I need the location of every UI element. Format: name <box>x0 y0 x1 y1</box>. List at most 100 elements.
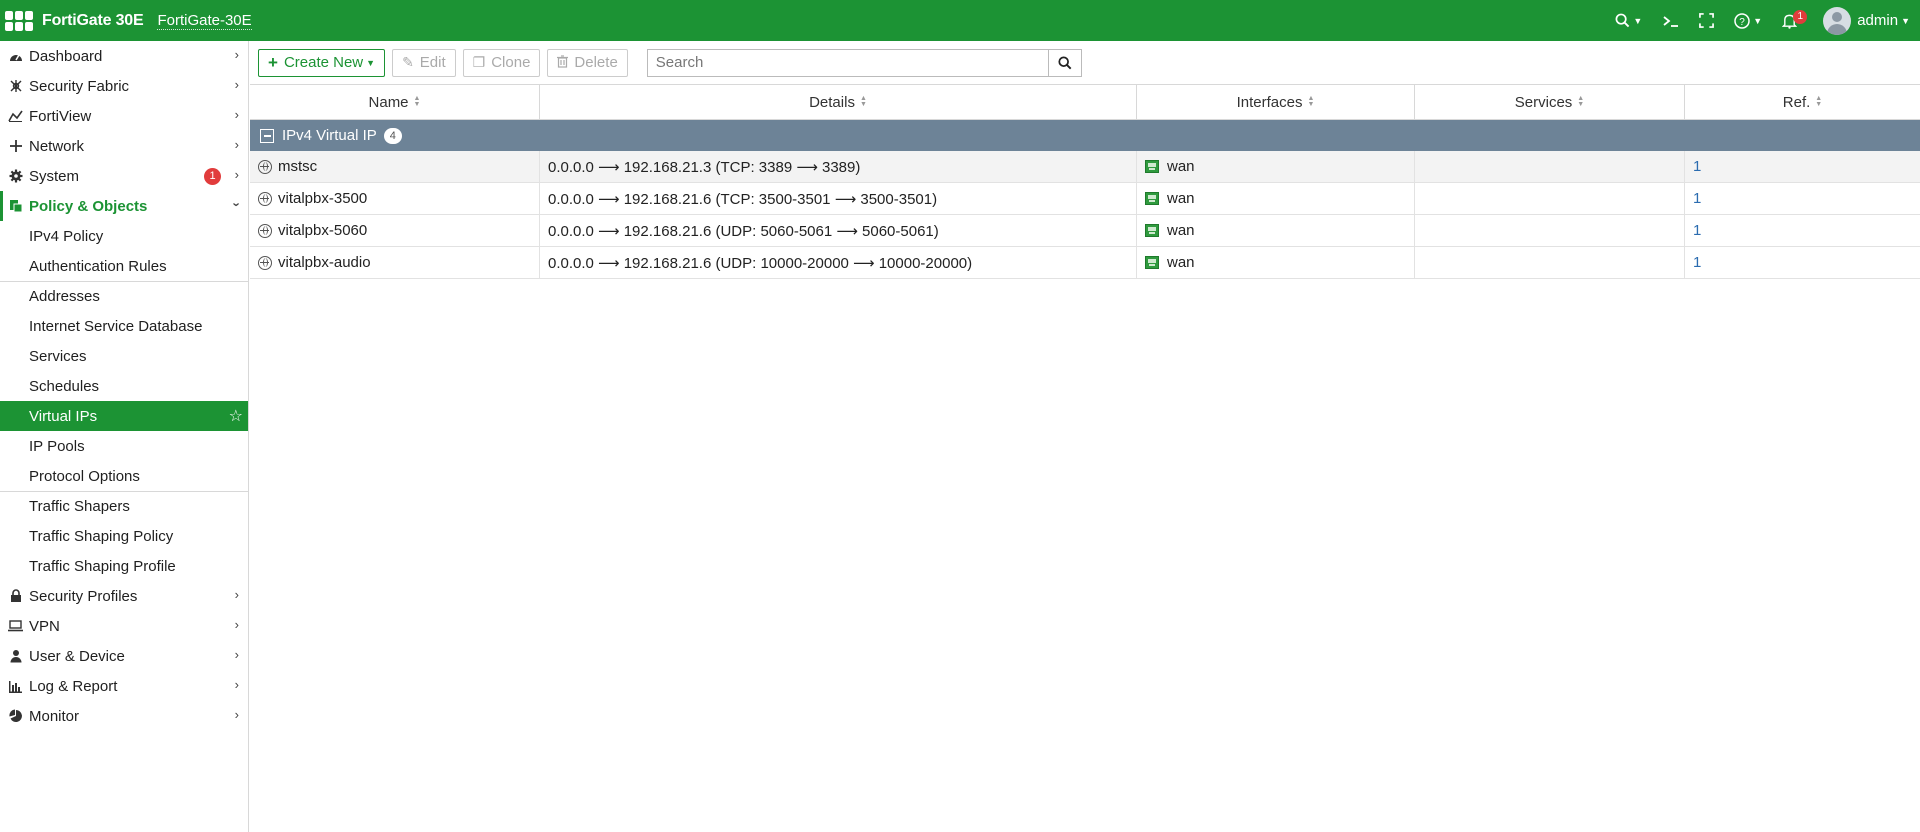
row-details: 0.0.0.0 ⟶ 192.168.21.3 (TCP: 3389 ⟶ 3389… <box>548 158 861 176</box>
row-details: 0.0.0.0 ⟶ 192.168.21.6 (TCP: 3500-3501 ⟶… <box>548 190 938 208</box>
sidebar-item-authentication-rules[interactable]: Authentication Rules <box>0 251 248 281</box>
sidebar-item-ip-pools[interactable]: IP Pools <box>0 431 248 461</box>
cell-services <box>1415 183 1685 214</box>
sidebar-item-addresses[interactable]: Addresses <box>0 281 248 311</box>
search-menu-button[interactable]: ▼ <box>1615 13 1642 28</box>
sidebar-item-traffic-shaping-policy[interactable]: Traffic Shaping Policy <box>0 521 248 551</box>
row-details: 0.0.0.0 ⟶ 192.168.21.6 (UDP: 5060-5061 ⟶… <box>548 222 939 240</box>
search-input[interactable] <box>646 48 1048 77</box>
group-count-badge: 4 <box>383 127 402 144</box>
sidebar-item-user-device[interactable]: User & Device › <box>0 641 248 671</box>
cli-console-button[interactable] <box>1662 14 1679 28</box>
chevron-right-icon: › <box>234 587 239 602</box>
sidebar-item-dashboard[interactable]: Dashboard › <box>0 41 248 71</box>
column-label: Services <box>1514 93 1573 111</box>
sort-icon: ▲ ▼ <box>1815 95 1823 108</box>
product-name[interactable]: FortiGate 30E <box>42 12 144 30</box>
cell-details: 0.0.0.0 ⟶ 192.168.21.6 (TCP: 3500-3501 ⟶… <box>540 183 1137 214</box>
table-row[interactable]: vitalpbx-3500 0.0.0.0 ⟶ 192.168.21.6 (TC… <box>250 183 1920 215</box>
row-details: 0.0.0.0 ⟶ 192.168.21.6 (UDP: 10000-20000… <box>548 254 973 272</box>
help-icon: ? <box>1734 12 1751 29</box>
ref-count-link[interactable]: 1 <box>1693 158 1701 175</box>
table-row[interactable]: vitalpbx-5060 0.0.0.0 ⟶ 192.168.21.6 (UD… <box>250 215 1920 247</box>
security-fabric-icon <box>8 79 23 93</box>
notification-count-badge: 1 <box>1793 9 1808 24</box>
vpn-icon <box>8 619 23 633</box>
sidebar-item-schedules[interactable]: Schedules <box>0 371 248 401</box>
column-label: Ref. <box>1782 93 1811 111</box>
column-label: Details <box>809 93 855 111</box>
wan-port-icon <box>1145 160 1159 173</box>
sidebar-item-traffic-shaping-profile[interactable]: Traffic Shaping Profile <box>0 551 248 581</box>
virtual-ip-icon <box>258 223 272 238</box>
system-alert-badge: 1 <box>204 168 221 185</box>
policy-icon <box>8 199 23 213</box>
toolbar: + Create New ▼ ✎ Edit ❐ Clone Delete <box>250 41 1920 84</box>
column-header-ref[interactable]: Ref. ▲ ▼ <box>1685 85 1920 119</box>
delete-button[interactable]: Delete <box>547 48 628 77</box>
help-menu-button[interactable]: ? ▼ <box>1734 12 1762 29</box>
sidebar-item-label: Security Fabric <box>29 77 130 95</box>
clone-button[interactable]: ❐ Clone <box>462 48 541 77</box>
sidebar-item-services[interactable]: Services <box>0 341 248 371</box>
column-header-details[interactable]: Details ▲ ▼ <box>540 85 1137 119</box>
cell-ref: 1 <box>1685 247 1920 278</box>
fullscreen-button[interactable] <box>1699 13 1715 28</box>
cell-services <box>1415 151 1685 182</box>
collapse-icon[interactable] <box>260 128 274 143</box>
sidebar-item-ipv4-policy[interactable]: IPv4 Policy <box>0 221 248 251</box>
ref-count-link[interactable]: 1 <box>1693 222 1701 239</box>
cell-name: vitalpbx-3500 <box>250 183 540 214</box>
cell-ref: 1 <box>1685 183 1920 214</box>
chevron-right-icon: › <box>234 677 239 692</box>
column-header-name[interactable]: Name ▲ ▼ <box>250 85 540 119</box>
sidebar-item-label: System <box>29 167 80 185</box>
edit-button[interactable]: ✎ Edit <box>392 48 456 77</box>
sidebar-item-internet-service-database[interactable]: Internet Service Database <box>0 311 248 341</box>
search-icon <box>1615 13 1630 28</box>
cell-services <box>1415 247 1685 278</box>
sidebar-item-traffic-shapers[interactable]: Traffic Shapers <box>0 491 248 521</box>
row-interface: wan <box>1167 254 1195 271</box>
sidebar: Dashboard › Security Fabric › FortiView … <box>0 41 249 832</box>
sidebar-item-network[interactable]: Network › <box>0 131 248 161</box>
sidebar-item-policy-objects[interactable]: Policy & Objects › <box>0 191 248 221</box>
search-button[interactable] <box>1047 48 1082 77</box>
fortinet-logo-icon[interactable] <box>5 10 33 31</box>
user-icon <box>8 649 23 663</box>
table-row[interactable]: vitalpbx-audio 0.0.0.0 ⟶ 192.168.21.6 (U… <box>250 247 1920 279</box>
column-header-services[interactable]: Services ▲ ▼ <box>1415 85 1685 119</box>
virtual-ip-table: Name ▲ ▼ Details ▲ ▼ Interfaces ▲ ▼ Service… <box>250 84 1920 279</box>
create-new-button[interactable]: + Create New ▼ <box>258 48 386 77</box>
group-header-ipv4-virtual-ip[interactable]: IPv4 Virtual IP 4 <box>250 120 1920 151</box>
sidebar-item-log-report[interactable]: Log & Report › <box>0 671 248 701</box>
search-box <box>646 48 1082 77</box>
column-header-interfaces[interactable]: Interfaces ▲ ▼ <box>1137 85 1415 119</box>
wan-port-icon <box>1145 256 1159 269</box>
sidebar-item-monitor[interactable]: Monitor › <box>0 701 248 731</box>
ref-count-link[interactable]: 1 <box>1693 254 1701 271</box>
ref-count-link[interactable]: 1 <box>1693 190 1701 207</box>
table-row[interactable]: mstsc 0.0.0.0 ⟶ 192.168.21.3 (TCP: 3389 … <box>250 151 1920 183</box>
sidebar-item-system[interactable]: System 1 › <box>0 161 248 191</box>
star-icon[interactable]: ☆ <box>229 406 243 426</box>
sort-icon: ▲ ▼ <box>413 95 421 108</box>
sidebar-item-security-profiles[interactable]: Security Profiles › <box>0 581 248 611</box>
notifications-button[interactable]: 1 <box>1782 9 1808 29</box>
sidebar-item-protocol-options[interactable]: Protocol Options <box>0 461 248 491</box>
sidebar-item-virtual-ips[interactable]: Virtual IPs ☆ <box>0 401 248 431</box>
cell-name: vitalpbx-5060 <box>250 215 540 246</box>
cell-name: vitalpbx-audio <box>250 247 540 278</box>
gear-icon <box>8 169 23 183</box>
row-interface: wan <box>1167 222 1195 239</box>
sidebar-item-security-fabric[interactable]: Security Fabric › <box>0 71 248 101</box>
user-menu-button[interactable]: admin ▼ <box>1823 6 1910 35</box>
sidebar-item-label: Dashboard <box>29 47 103 65</box>
avatar <box>1823 6 1852 35</box>
row-name: vitalpbx-5060 <box>278 222 368 239</box>
sidebar-item-vpn[interactable]: VPN › <box>0 611 248 641</box>
hostname-link[interactable]: FortiGate-30E <box>157 12 252 30</box>
sidebar-item-fortiview[interactable]: FortiView › <box>0 101 248 131</box>
network-icon <box>8 139 23 153</box>
chevron-down-icon: › <box>229 202 245 207</box>
